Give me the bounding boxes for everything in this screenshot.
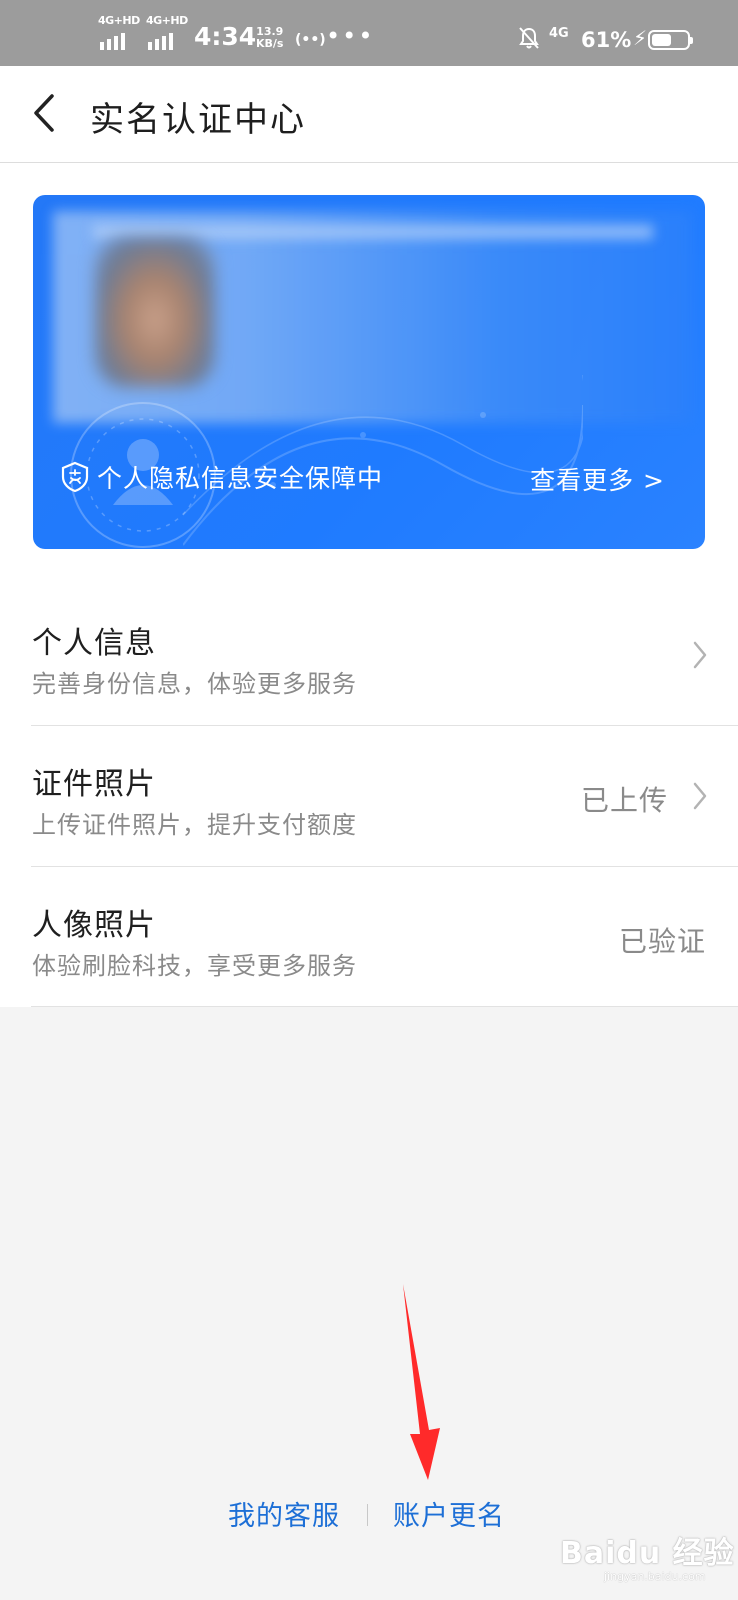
more-notifications-icon: •••: [326, 22, 375, 50]
clock: 4:34: [194, 22, 257, 51]
battery-percent: 61%: [581, 28, 632, 52]
privacy-text: 个人隐私信息安全保障中: [97, 464, 384, 493]
chevron-right-icon: [693, 782, 707, 810]
identity-card[interactable]: 个人隐私信息安全保障中 查看更多 >: [33, 195, 705, 549]
footer-separator: [367, 1504, 368, 1526]
charging-icon: ⚡: [633, 26, 648, 50]
red-arrow-annotation-icon: [403, 1284, 440, 1480]
network-type-1: 4G+HD: [98, 14, 140, 27]
network-type-2: 4G+HD: [146, 14, 188, 27]
verification-status: 已验证: [618, 925, 706, 958]
network-speed: 13.9 KB/s: [256, 26, 283, 50]
back-arrow-icon[interactable]: [26, 88, 66, 138]
identity-card-section: 个人隐私信息安全保障中 查看更多 >: [0, 163, 738, 584]
signal-2-icon: 4G+HD: [146, 14, 190, 52]
divider: [31, 1006, 738, 1007]
chevron-right-icon: [693, 641, 707, 669]
list-item-title: 个人信息: [32, 626, 156, 661]
watermark-text: Baidu 经验: [560, 1536, 735, 1571]
list-item-subtitle: 上传证件照片，提升支付额度: [32, 811, 357, 839]
rename-account-link[interactable]: 账户更名: [393, 1494, 505, 1533]
speed-unit: KB/s: [256, 37, 284, 50]
watermark-url: jingyan.baidu.com: [604, 1570, 706, 1583]
list-item-id-photo[interactable]: 证件照片 上传证件照片，提升支付额度 已上传: [0, 725, 738, 866]
upload-status: 已上传: [580, 784, 668, 817]
list-item-subtitle: 完善身份信息，体验更多服务: [32, 670, 357, 698]
page-title: 实名认证中心: [90, 100, 306, 140]
baidu-watermark: Baidu 经验 jingyan.baidu.com: [560, 1520, 734, 1592]
list-item-personal-info[interactable]: 个人信息 完善身份信息，体验更多服务: [0, 584, 738, 725]
decorative-lines: [183, 375, 583, 546]
list-item-subtitle: 体验刷脸科技，享受更多服务: [32, 952, 357, 980]
battery-fill: [652, 34, 672, 46]
signal-1-icon: 4G+HD: [98, 14, 142, 52]
shield-icon: [61, 461, 89, 493]
privacy-notice: 个人隐私信息安全保障中: [61, 459, 383, 495]
customer-service-link[interactable]: 我的客服: [228, 1494, 340, 1533]
bell-muted-icon: [519, 27, 539, 49]
verification-list: 个人信息 完善身份信息，体验更多服务 证件照片 上传证件照片，提升支付额度 已上…: [0, 584, 738, 1007]
hotspot-icon: (••): [295, 32, 326, 48]
nav-header: 实名认证中心: [0, 66, 738, 163]
mobile-network-icon: 4G: [549, 26, 569, 41]
battery-icon: [648, 30, 693, 50]
list-item-title: 人像照片: [32, 908, 156, 943]
list-item-title: 证件照片: [32, 767, 156, 802]
view-more-link[interactable]: 查看更多 >: [530, 461, 665, 497]
status-bar: 4G+HD 4G+HD 4:34 13.9 KB/s (••) ••• 4G 6…: [0, 0, 738, 66]
list-item-face-photo: 人像照片 体验刷脸科技，享受更多服务 已验证: [0, 866, 738, 1007]
